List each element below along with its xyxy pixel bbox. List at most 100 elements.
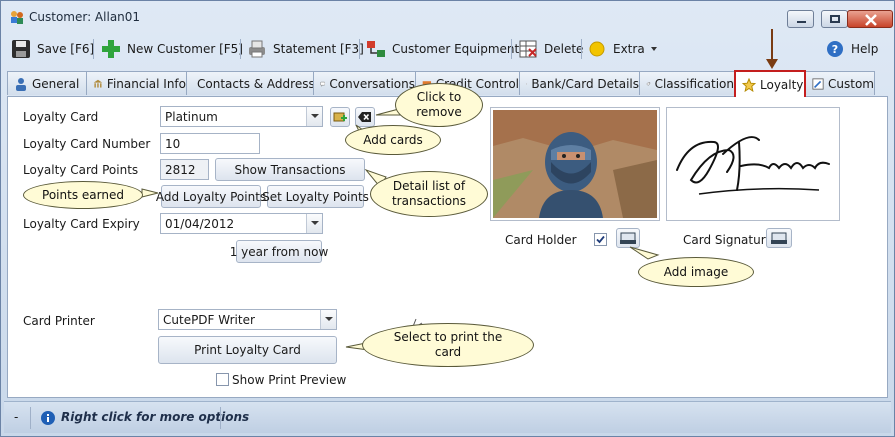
custom-edit-icon: [812, 77, 824, 90]
tab-bank-card-details[interactable]: Bank/Card Details: [519, 71, 640, 95]
toolbar-separator: [240, 39, 241, 59]
callout-print-card: Select to print the card: [362, 323, 534, 367]
status-separator: [30, 407, 31, 429]
yellow-dot-icon: [589, 41, 605, 57]
loyalty-card-expiry-select[interactable]: 01/04/2012: [160, 213, 323, 234]
customer-window: Customer: Allan01 Save [F6] New Customer…: [0, 0, 895, 437]
loyalty-card-expiry-label: Loyalty Card Expiry: [23, 217, 140, 231]
chevron-down-icon: [650, 47, 657, 51]
callout-text: Add cards: [363, 132, 423, 147]
checkmark-icon: [596, 235, 605, 244]
set-loyalty-points-button[interactable]: Set Loyalty Points: [262, 185, 369, 208]
tab-label: Conversations: [329, 76, 415, 91]
close-button[interactable]: [847, 10, 893, 28]
print-loyalty-card-button[interactable]: Print Loyalty Card: [158, 336, 337, 364]
tab-label: Custom: [828, 76, 874, 91]
card-grid-icon: [526, 82, 528, 85]
card-printer-value: CutePDF Writer: [163, 313, 255, 327]
toolbar: Save [F6] New Customer [F5] Statement [F…: [4, 33, 891, 65]
card-holder-label: Card Holder: [505, 233, 577, 247]
scanner-icon: [620, 232, 636, 244]
loyalty-card-number-input[interactable]: 10: [160, 133, 260, 154]
statement-label: Statement [F3]: [273, 42, 364, 56]
window-title: Customer: Allan01: [29, 10, 141, 24]
help-label: Help: [851, 42, 879, 56]
extra-dropdown-button[interactable]: Extra: [586, 36, 658, 62]
card-signature-label: Card Signature: [683, 233, 773, 247]
tab-custom[interactable]: Custom: [805, 71, 875, 95]
delete-button[interactable]: Delete: [517, 36, 583, 62]
print-loyalty-card-label: Print Loyalty Card: [194, 343, 301, 357]
tab-classification[interactable]: Classification: [639, 71, 735, 95]
extra-label: Extra: [613, 42, 645, 56]
speech-bubble-icon: [320, 81, 326, 87]
person-icon: [16, 77, 26, 91]
loyalty-card-points-field: 2812: [160, 159, 209, 180]
floppy-disk-icon: [12, 40, 30, 58]
new-customer-label: New Customer [F5]: [127, 42, 243, 56]
tab-label: Financial Info: [106, 76, 186, 91]
loyalty-card-number-value: 10: [165, 137, 181, 151]
customer-equipment-button[interactable]: Customer Equipment: [365, 36, 519, 62]
new-customer-button[interactable]: New Customer [F5]: [100, 36, 243, 62]
show-print-preview-label: Show Print Preview: [232, 373, 347, 387]
one-year-from-now-button[interactable]: 1 year from now: [230, 240, 328, 263]
callout-click-to-remove: Click to remove: [395, 83, 483, 127]
tab-label: Loyalty: [760, 77, 804, 92]
tab-loyalty[interactable]: Loyalty: [734, 70, 806, 97]
show-print-preview-checkbox[interactable]: [216, 373, 229, 386]
tab-contacts-address[interactable]: Contacts & Address: [186, 71, 314, 95]
callout-add-image: Add image: [638, 257, 754, 287]
show-transactions-button[interactable]: Show Transactions: [215, 158, 365, 181]
tab-financial-info[interactable]: Financial Info: [86, 71, 187, 95]
card-holder-photo: [490, 107, 660, 221]
add-loyalty-points-label: Add Loyalty Points: [155, 189, 267, 204]
statement-button[interactable]: Statement [F3]: [246, 36, 364, 62]
add-card-button[interactable]: [330, 107, 350, 127]
show-transactions-label: Show Transactions: [234, 162, 346, 177]
loyalty-card-points-label: Loyalty Card Points: [23, 163, 139, 177]
loyalty-card-number-label: Loyalty Card Number: [23, 137, 151, 151]
tab-general[interactable]: General: [7, 71, 87, 95]
add-loyalty-points-button[interactable]: Add Loyalty Points: [156, 185, 266, 208]
card-signature-box: [666, 107, 840, 221]
help-button[interactable]: ? Help: [824, 36, 878, 62]
loyalty-tab-arrow: [766, 29, 778, 69]
remove-card-button[interactable]: [355, 107, 375, 127]
status-menu-button[interactable]: -: [14, 410, 18, 424]
minimize-button[interactable]: [787, 10, 814, 28]
set-loyalty-points-label: Set Loyalty Points: [262, 189, 369, 204]
tab-label: Classification: [654, 76, 734, 91]
tab-label: Contacts & Address: [197, 76, 314, 91]
tab-conversations[interactable]: Conversations: [313, 71, 416, 95]
scanner-icon: [771, 232, 787, 244]
callout-add-cards: Add cards: [345, 125, 441, 155]
chevron-down-icon[interactable]: [306, 107, 322, 126]
printer-icon: [249, 40, 265, 58]
card-holder-checkbox[interactable]: [594, 233, 607, 246]
toolbar-separator: [93, 39, 94, 59]
card-signature-image: [669, 110, 837, 218]
callout-points-earned: Points earned: [23, 181, 143, 209]
card-signature-scan-button[interactable]: [766, 228, 792, 248]
save-label: Save [F6]: [37, 42, 95, 56]
callout-text: Click to remove: [416, 90, 462, 119]
loyalty-card-select[interactable]: Platinum: [160, 106, 323, 127]
toolbar-separator: [511, 39, 512, 59]
chevron-down-icon[interactable]: [320, 310, 336, 329]
maximize-button[interactable]: [821, 10, 848, 28]
add-card-icon: [333, 112, 347, 122]
svg-text:?: ?: [832, 43, 838, 56]
card-printer-select[interactable]: CutePDF Writer: [158, 309, 337, 330]
callout-text: Select to print the card: [393, 330, 503, 359]
card-holder-scan-button[interactable]: [616, 228, 640, 248]
chevron-down-icon[interactable]: [306, 214, 322, 233]
customer-app-icon: [11, 11, 23, 24]
toolbar-separator: [359, 39, 360, 59]
status-separator: [220, 407, 221, 429]
minimize-icon: [797, 21, 806, 23]
save-button[interactable]: Save [F6]: [10, 36, 94, 62]
tab-label: General: [32, 76, 80, 91]
help-icon: ?: [827, 41, 843, 57]
card-printer-label: Card Printer: [23, 314, 95, 328]
